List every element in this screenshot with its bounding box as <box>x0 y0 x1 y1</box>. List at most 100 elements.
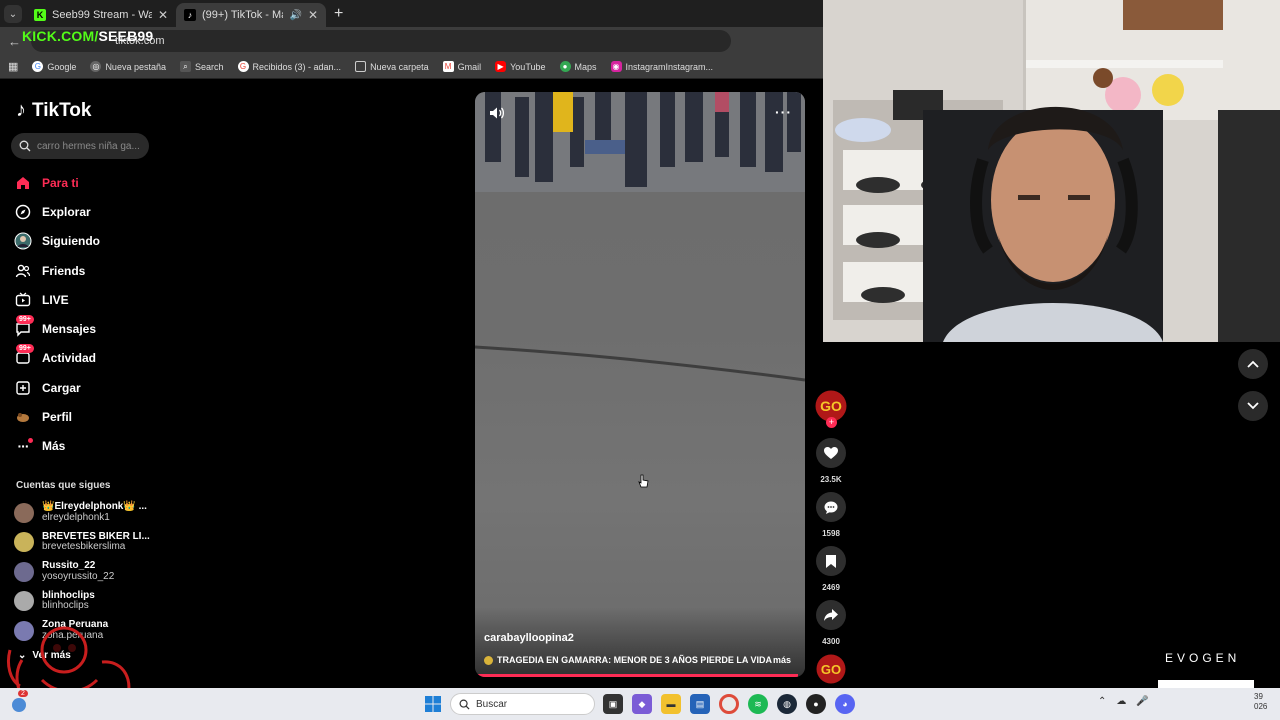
bookmark-label: Recibidos (3) - adan... <box>252 61 342 72</box>
bookmark-maps[interactable]: ● Maps <box>559 61 597 72</box>
video-progress-bar[interactable] <box>475 674 799 677</box>
taskbar-search-label: Buscar <box>476 698 508 710</box>
avatar <box>14 532 34 553</box>
like-action[interactable]: 23.5K <box>812 438 850 484</box>
video-more-link[interactable]: más <box>773 655 791 665</box>
tab-tiktok[interactable]: ♪ (99+) TikTok - Make Your Da 🔊 ✕ <box>176 3 326 27</box>
widgets-button[interactable]: 2 <box>12 690 28 714</box>
following-account[interactable]: Russito_22 yosoyrussito_22 <box>14 557 154 587</box>
obs-icon[interactable]: ● <box>806 694 826 714</box>
share-action[interactable]: 4300 <box>812 600 850 646</box>
save-action[interactable]: 2469 <box>812 546 850 592</box>
discord-icon[interactable]: ◕ <box>835 694 855 714</box>
bookmark-new-tab[interactable]: ◎ Nueva pestaña <box>90 61 166 72</box>
new-tab-button[interactable]: + <box>334 5 343 23</box>
taskbar-search[interactable]: Buscar <box>450 693 595 715</box>
nav-label: LIVE <box>42 292 69 307</box>
notification-dot <box>28 438 33 444</box>
following-account[interactable]: blinhoclips blinhoclips <box>14 587 154 617</box>
instagram-icon: ◉ <box>610 61 622 72</box>
bookmark-youtube[interactable]: ▶ YouTube <box>495 61 546 72</box>
following-account[interactable]: BREVETES BIKER LI... brevetesbikerslima <box>14 528 154 558</box>
tab-audio-icon[interactable]: 🔊 <box>289 10 301 21</box>
upload-icon <box>14 379 32 397</box>
tab-search-button[interactable]: ⌄ <box>4 5 22 23</box>
task-view-icon[interactable]: ▣ <box>603 694 623 714</box>
bookmark-search[interactable]: ⌕ Search <box>179 61 224 72</box>
search-icon <box>19 140 31 152</box>
apps-grid-icon[interactable]: ▦ <box>8 60 18 73</box>
tab-title: (99+) TikTok - Make Your Da <box>202 9 283 21</box>
heart-icon[interactable] <box>816 438 846 468</box>
video-author[interactable]: carabaylloopina2 <box>484 632 574 644</box>
steam-icon[interactable]: ◍ <box>777 694 797 714</box>
comments-count: 1598 <box>822 529 840 538</box>
volume-icon[interactable] <box>489 106 505 125</box>
nav-perfil[interactable]: Perfil <box>14 402 154 431</box>
bookmark-label: Google <box>47 61 77 72</box>
follow-plus-icon[interactable]: + <box>826 417 837 428</box>
microphone-icon[interactable]: 🎤 <box>1136 696 1148 707</box>
following-title: Cuentas que sigues <box>16 480 111 491</box>
spotify-icon[interactable]: ≋ <box>748 694 768 714</box>
video-player[interactable]: ··· carabaylloopina2 TRAGEDIA EN GAMARRA… <box>475 92 805 677</box>
activity-icon: 99+ <box>14 344 34 367</box>
bookmarks-bar: ▦ G Google ◎ Nueva pestaña ⌕ Search G Recibi… <box>0 55 823 79</box>
nav-actividad[interactable]: 99+ Actividad <box>14 344 154 373</box>
more-options-icon[interactable]: ··· <box>775 104 792 120</box>
following-account[interactable]: 👑Elreydelphonk👑 ... elreydelphonk1 <box>14 498 154 528</box>
tiktok-logo[interactable]: ♪ TikTok <box>16 99 91 122</box>
close-icon[interactable]: ✕ <box>158 8 168 22</box>
file-explorer-icon[interactable]: ▬ <box>661 694 681 714</box>
search-input[interactable] <box>37 140 147 152</box>
next-video-button[interactable] <box>1238 391 1268 421</box>
search-box[interactable] <box>11 133 149 159</box>
share-icon[interactable] <box>816 600 846 630</box>
globe-icon: ◎ <box>90 61 102 72</box>
chrome-icon[interactable] <box>719 694 739 714</box>
nav-cargar[interactable]: Cargar <box>14 373 154 402</box>
nav-live[interactable]: LIVE <box>14 285 154 314</box>
chevron-up-icon[interactable]: ⌃ <box>1098 696 1106 707</box>
gmail-icon: M <box>442 61 454 72</box>
system-tray: ⌃ ☁ 🎤 <box>1098 696 1149 707</box>
close-icon[interactable]: ✕ <box>308 8 318 22</box>
folder-icon <box>355 61 367 72</box>
tab-kick[interactable]: K Seeb99 Stream - Watch Live on ✕ <box>26 3 176 27</box>
saves-count: 2469 <box>822 583 840 592</box>
account-handle: blinhoclips <box>42 600 89 612</box>
chevron-up-icon <box>1247 360 1259 368</box>
copilot-icon[interactable]: ◆ <box>632 694 652 714</box>
store-icon[interactable]: ▤ <box>690 694 710 714</box>
start-button[interactable] <box>425 696 441 717</box>
nav-explorar[interactable]: Explorar <box>14 197 154 226</box>
bookmark-instagram[interactable]: ◉ InstagramInstagram... <box>610 61 713 72</box>
bookmark-google[interactable]: G Google <box>32 61 76 72</box>
bookmark-inbox[interactable]: G Recibidos (3) - adan... <box>237 61 342 72</box>
taskbar-apps: ▣ ◆ ▬ ▤ ≋ ◍ ● ◕ <box>603 694 855 714</box>
messages-badge: 99+ <box>16 315 34 325</box>
previous-video-button[interactable] <box>1238 349 1268 379</box>
friends-icon <box>14 262 32 280</box>
maps-pin-icon: ● <box>559 61 571 72</box>
nav-friends[interactable]: Friends <box>14 256 154 285</box>
comment-icon[interactable] <box>816 492 846 522</box>
bookmark-label: Nueva pestaña <box>105 61 166 72</box>
kick-prefix: KICK.COM/ <box>22 28 99 44</box>
taskbar-clock[interactable]: 39 026 <box>1254 692 1267 711</box>
bookmark-folder[interactable]: Nueva carpeta <box>355 61 429 72</box>
bookmark-icon[interactable] <box>816 546 846 576</box>
back-icon[interactable]: ← <box>8 34 21 49</box>
nav-mensajes[interactable]: 99+ Mensajes <box>14 314 154 343</box>
comment-action[interactable]: 1598 <box>812 492 850 538</box>
sound-disc[interactable]: GO <box>812 654 850 684</box>
account-handle: brevetesbikerslima <box>42 541 126 553</box>
creator-avatar[interactable]: GO + <box>815 390 847 428</box>
onedrive-icon[interactable]: ☁ <box>1116 696 1126 707</box>
bookmark-gmail[interactable]: M Gmail <box>442 61 481 72</box>
nav-label: Explorar <box>42 204 91 219</box>
nav-para-ti[interactable]: Para ti <box>14 168 154 197</box>
nav-mas[interactable]: ··· Más <box>14 432 154 461</box>
nav-siguiendo[interactable]: Siguiendo <box>14 227 154 256</box>
hand-cursor-icon <box>638 474 649 488</box>
